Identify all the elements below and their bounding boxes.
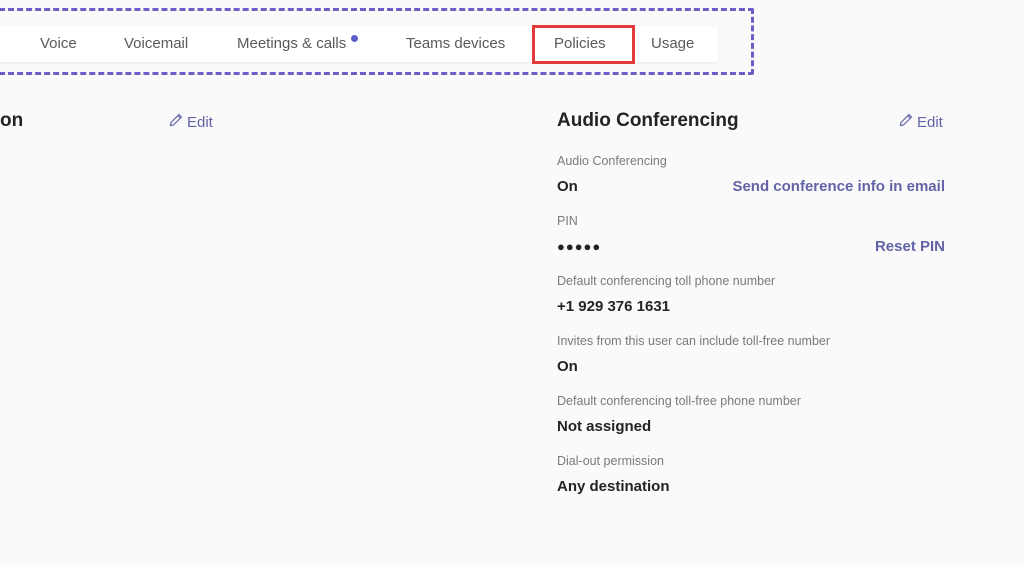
toll-free-number-field: Default conferencing toll-free phone num… (557, 392, 945, 438)
edit-label: Edit (187, 113, 213, 131)
unsaved-indicator-dot (351, 35, 359, 42)
field-value: On (557, 358, 578, 375)
field-value: Any destination (557, 478, 670, 495)
field-label: Dial-out permission (557, 454, 664, 468)
tab-label: Voicemail (124, 35, 189, 52)
toll-number-field: Default conferencing toll phone number +… (557, 272, 945, 318)
pin-field: PIN ●●●●● Reset PIN (557, 212, 945, 258)
field-label: Audio Conferencing (557, 154, 667, 168)
audio-conferencing-title: Audio Conferencing (557, 110, 739, 131)
field-label: Default conferencing toll phone number (557, 274, 776, 288)
send-conference-info-link[interactable]: Send conference info in email (732, 176, 945, 198)
tab-label: Policies (554, 35, 606, 52)
tab-teams-devices[interactable]: Teams devices (406, 26, 505, 62)
tab-voicemail[interactable]: Voicemail (124, 26, 188, 62)
edit-label: Edit (917, 113, 943, 131)
tab-usage[interactable]: Usage (651, 26, 694, 62)
tab-meetings-and-calls[interactable]: Meetings & calls (237, 26, 359, 62)
user-settings-page: Voice Voicemail Meetings & calls Teams d… (0, 0, 1024, 567)
reset-pin-link[interactable]: Reset PIN (875, 236, 945, 258)
field-value: Not assigned (557, 418, 652, 435)
tab-label: Usage (651, 35, 695, 52)
audio-conferencing-panel: Audio Conferencing Audio Conferencing On… (557, 108, 945, 498)
field-label: Invites from this user can include toll-… (557, 334, 831, 348)
dial-out-permission-field: Dial-out permission Any destination (557, 452, 945, 498)
toll-free-invites-field: Invites from this user can include toll-… (557, 332, 945, 378)
field-value: +1 929 376 1631 (557, 298, 671, 315)
field-label: PIN (557, 214, 578, 228)
tab-policies[interactable]: Policies (554, 26, 606, 62)
tab-label: Meetings & calls (237, 35, 347, 52)
audio-conferencing-edit-button[interactable]: Edit (898, 112, 943, 132)
tab-label: Teams devices (406, 35, 506, 52)
pencil-icon (168, 112, 184, 132)
left-section-edit-button[interactable]: Edit (168, 112, 213, 132)
tab-bar: Voice Voicemail Meetings & calls Teams d… (0, 26, 718, 62)
pencil-icon (898, 112, 914, 132)
left-section-title: on (0, 110, 24, 131)
audio-conferencing-field: Audio Conferencing On Send conference in… (557, 152, 945, 198)
field-label: Default conferencing toll-free phone num… (557, 394, 801, 408)
tab-label: Voice (40, 35, 77, 52)
tab-voice[interactable]: Voice (40, 26, 77, 62)
